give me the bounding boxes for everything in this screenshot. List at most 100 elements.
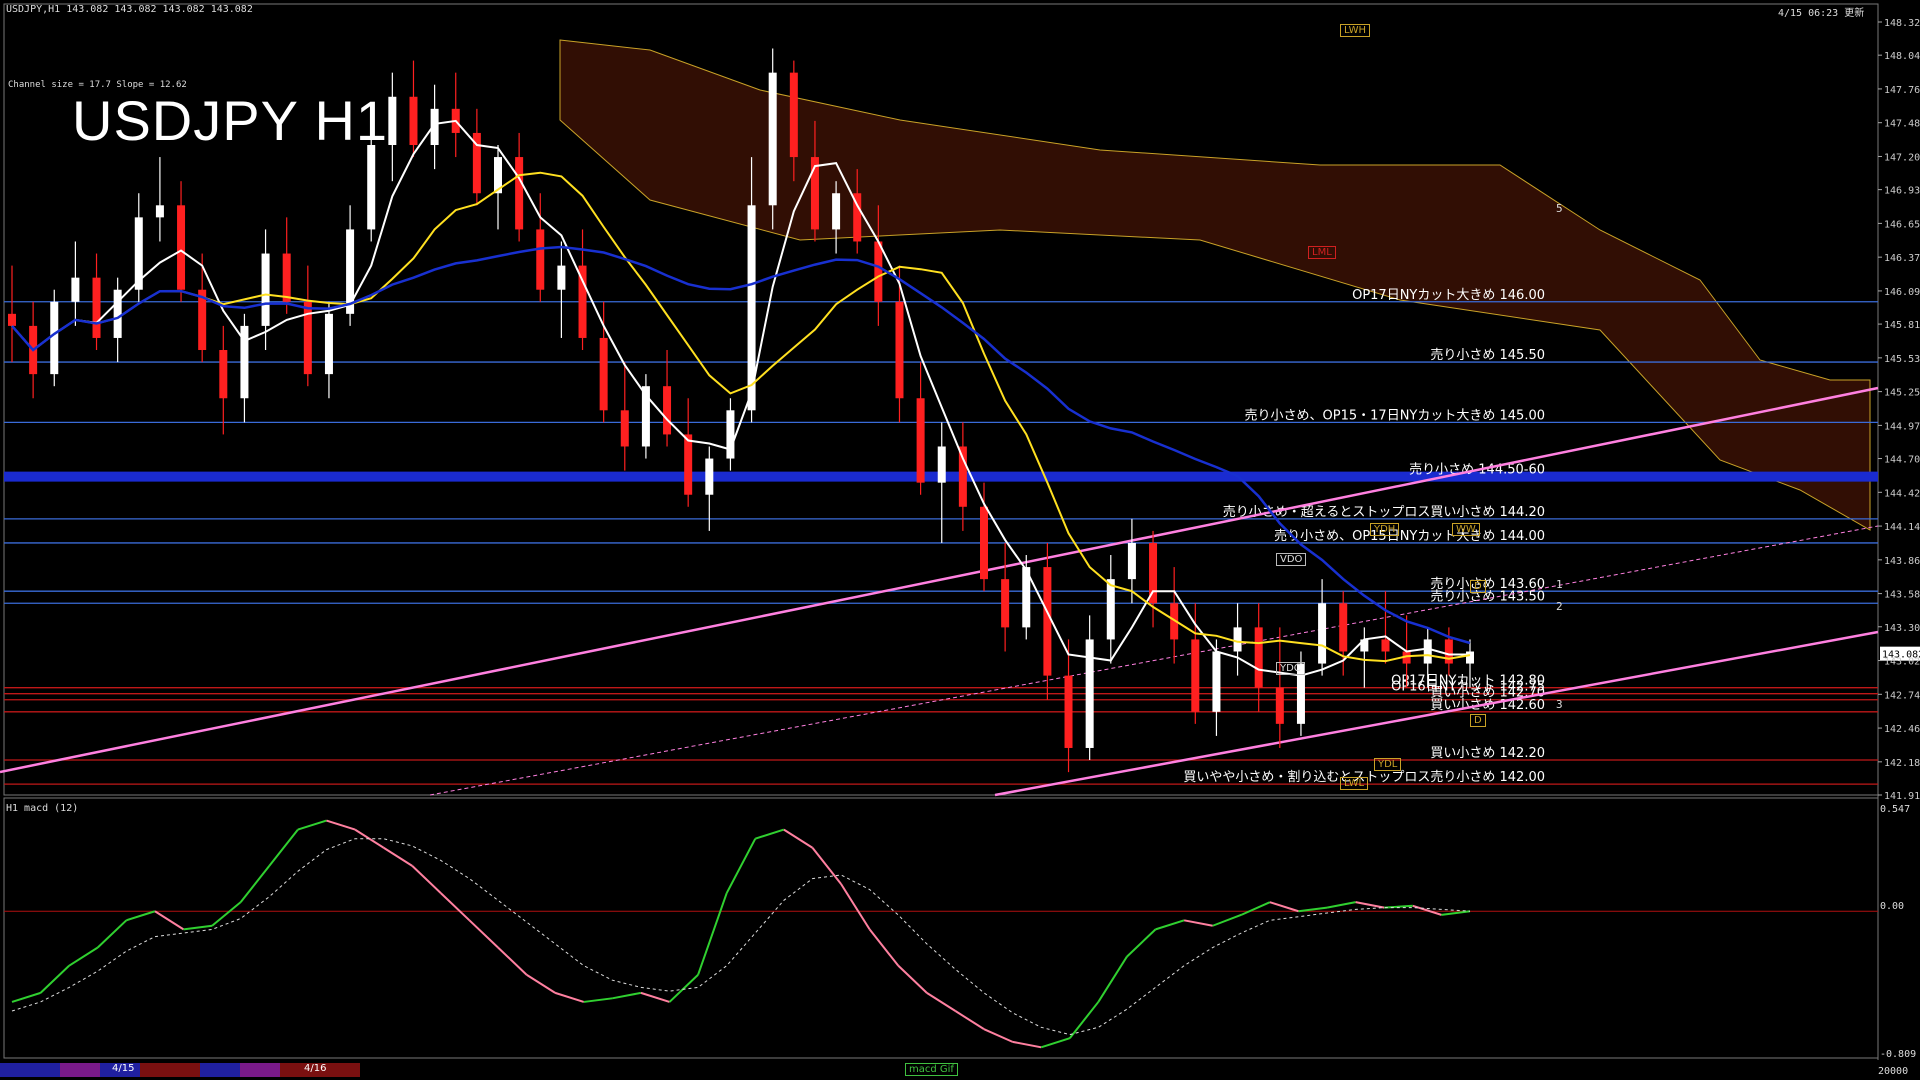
candle-body	[768, 72, 777, 206]
axis-tick-label: 145.535	[1884, 354, 1920, 365]
macd-main-segment	[183, 924, 213, 931]
symbol-info: USDJPY,H1 143.082 143.082 143.082 143.08…	[6, 4, 253, 15]
candle-body	[789, 72, 798, 158]
macd-main-segment	[612, 991, 642, 1000]
macd-main-segment	[583, 997, 613, 1003]
axis-tick-label: 148.320	[1884, 18, 1920, 29]
macd-tab[interactable]: macd Gif	[905, 1063, 958, 1076]
candle-body	[515, 157, 524, 230]
date-label-1: 4/15	[112, 1063, 135, 1074]
candle-body	[1254, 627, 1263, 688]
session-seg	[0, 1063, 60, 1077]
macd-main-segment	[97, 919, 128, 949]
macd-main-segment	[1155, 919, 1185, 931]
macd-main-segment	[640, 991, 670, 1003]
macd-main-segment	[268, 828, 299, 867]
macd-main-segment	[1126, 928, 1157, 958]
chart-canvas: OP17日NYカット大きめ 146.00 売り小さめ 145.50 売り小さめ、OP…	[0, 3, 1920, 1060]
badge-lwh: LWH	[1340, 24, 1371, 37]
candle-body	[895, 301, 904, 399]
candle-body	[1127, 542, 1136, 580]
badge-lml: LML	[1308, 246, 1336, 259]
candle-body	[1191, 639, 1200, 712]
scenario-label-5: 5	[1556, 202, 1563, 215]
price-panel: OP17日NYカット大きめ 146.00 売り小さめ 145.50 売り小さめ、OP…	[0, 3, 1879, 1060]
badge-ydc: YDC	[1276, 662, 1305, 675]
candle-body	[1043, 567, 1052, 676]
scenario-label-1: 1	[1556, 578, 1563, 591]
axis-tick-label: 146.090	[1884, 287, 1920, 298]
macd-top-value: 0.547	[1880, 804, 1911, 815]
candle-body	[726, 410, 735, 459]
level-label: OP17日NYカット大きめ 146.00	[1352, 288, 1545, 303]
candle-body	[1466, 651, 1474, 664]
price-axis: 143.082148.320148.045147.765147.485147.2…	[1878, 18, 1920, 802]
session-seg	[200, 1063, 240, 1077]
macd-main-segment	[811, 847, 842, 885]
macd-main-segment	[840, 883, 871, 930]
axis-tick-label: 144.975	[1884, 421, 1920, 432]
candle-body	[50, 301, 59, 375]
macd-main-segment	[1298, 906, 1328, 913]
macd-main-segment	[1355, 901, 1385, 909]
axis-tick-label: 148.045	[1884, 51, 1920, 62]
session-seg	[60, 1063, 100, 1077]
axis-tick-label: 146.370	[1884, 253, 1920, 264]
macd-main-segment	[383, 846, 413, 867]
macd-main-segment	[1212, 913, 1242, 927]
macd-main-segment	[68, 946, 99, 967]
macd-main-segment	[497, 946, 528, 976]
candle-body	[684, 434, 693, 495]
axis-tick-label: 147.485	[1884, 119, 1920, 130]
scenario-label-3: 3	[1556, 698, 1563, 711]
macd-main-segment	[11, 991, 41, 1003]
macd-signal-line	[11, 838, 1471, 1036]
axis-tick-label: 142.745	[1884, 690, 1920, 701]
axis-tick-label: 147.205	[1884, 152, 1920, 163]
macd-main-segment	[554, 991, 585, 1003]
badge-d-lower: D	[1470, 714, 1486, 727]
level-label: 買い小さめ 142.20	[1430, 746, 1545, 761]
macd-main-segment	[126, 910, 156, 922]
candle-body	[832, 193, 841, 230]
axis-tick-label: 145.815	[1884, 320, 1920, 331]
macd-main-segment	[1326, 901, 1356, 909]
axis-tick-label: 144.140	[1884, 522, 1920, 533]
chart-title: USDJPY H1	[72, 89, 389, 152]
candle-body	[1339, 603, 1348, 652]
axis-tick-label: 143.305	[1884, 623, 1920, 634]
macd-bottom-value: -0.809	[1880, 1049, 1917, 1060]
macd-main-segment	[783, 828, 814, 849]
macd-main-segment	[468, 919, 499, 949]
macd-main-segment	[239, 865, 271, 903]
candle-body	[388, 96, 397, 146]
macd-panel-frame	[3, 797, 1879, 1059]
macd-main-segment	[1012, 1040, 1042, 1049]
macd-main-segment	[526, 973, 556, 994]
candle-body	[113, 289, 122, 338]
macd-main-segment	[1412, 904, 1442, 916]
axis-tick-label: 143.860	[1884, 556, 1920, 567]
badge-vdo: VDO	[1276, 553, 1307, 566]
macd-main-segment	[754, 828, 785, 840]
macd-panel	[3, 797, 1879, 1059]
macd-main-segment	[868, 928, 900, 967]
badge-d-upper: D	[1470, 580, 1486, 593]
macd-label: H1 macd (12)	[6, 803, 79, 814]
macd-main-segment	[926, 992, 956, 1012]
candle-body	[1381, 639, 1390, 652]
badge-lwl: LWL	[1340, 777, 1369, 790]
candle-body	[8, 313, 16, 326]
level-label: 売り小さめ 145.50	[1430, 347, 1545, 363]
candle-body	[155, 205, 164, 218]
candle-body	[1106, 579, 1115, 640]
macd-main-segment	[725, 838, 757, 894]
trend-channel-upper	[0, 386, 1879, 774]
macd-main-segment	[297, 819, 327, 831]
candle-body	[916, 398, 925, 483]
candle-body	[177, 205, 186, 290]
candle-body	[980, 506, 988, 580]
axis-tick-label: 141.910	[1884, 791, 1920, 802]
badge-ydh: YDH	[1370, 523, 1400, 536]
session-seg	[240, 1063, 280, 1077]
